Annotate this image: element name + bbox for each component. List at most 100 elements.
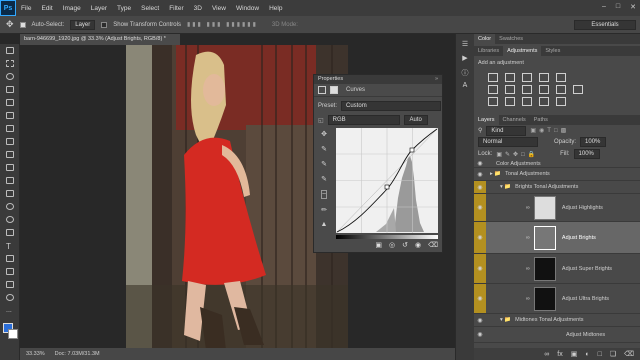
eye-icon[interactable]: ◉ (474, 160, 486, 167)
view-previous-icon[interactable]: ◎ (389, 241, 395, 249)
brush-icon[interactable] (0, 135, 20, 148)
blend-mode-select[interactable]: Normal (478, 137, 538, 147)
menu-edit[interactable]: Edit (36, 5, 57, 12)
history-brush-icon[interactable] (0, 161, 20, 174)
fx-icon[interactable]: fx (557, 351, 562, 358)
channel-mixer-icon[interactable] (556, 85, 566, 94)
new-layer-icon[interactable]: ❏ (610, 350, 616, 358)
pencil-icon[interactable]: ✏ (321, 206, 327, 214)
dock-history-icon[interactable]: ☰ (456, 40, 474, 54)
layer-row-group[interactable]: ◉ ▾ 📁 Brights Tonal Adjustments (474, 181, 640, 194)
marquee-icon[interactable] (0, 57, 20, 70)
color-swatches[interactable] (0, 321, 19, 347)
eye-icon[interactable]: ◉ (474, 314, 486, 326)
reset-icon[interactable]: ↺ (402, 241, 408, 249)
stamp-icon[interactable] (0, 148, 20, 161)
auto-button[interactable]: Auto (403, 115, 428, 125)
eye-icon[interactable]: ◉ (474, 181, 486, 193)
hand-icon[interactable] (0, 278, 20, 291)
menu-3d[interactable]: 3D (189, 5, 207, 12)
eye-icon[interactable]: ◉ (474, 222, 486, 253)
menu-filter[interactable]: Filter (164, 5, 188, 12)
curves-icon[interactable] (522, 73, 532, 82)
tab-layers[interactable]: Layers (474, 115, 499, 125)
heal-icon[interactable] (0, 122, 20, 135)
menu-image[interactable]: Image (58, 5, 86, 12)
black-point-icon[interactable]: ✎ (321, 145, 327, 153)
tab-paths[interactable]: Paths (530, 115, 552, 125)
eye-icon[interactable]: ◉ (474, 168, 486, 180)
fill-field[interactable]: 100% (573, 149, 600, 159)
menu-layer[interactable]: Layer (86, 5, 112, 12)
dock-info-icon[interactable]: ⓘ (456, 68, 474, 82)
curve-draw-icon[interactable]: ~ (320, 190, 328, 199)
tab-libraries[interactable]: Libraries (474, 46, 503, 56)
collapse-icon[interactable]: » (435, 76, 438, 82)
tab-swatches[interactable]: Swatches (495, 34, 527, 44)
menu-help[interactable]: Help (264, 5, 287, 12)
dock-actions-icon[interactable]: ▶ (456, 54, 474, 68)
layer-row-group[interactable]: ◉ ▸ 📁 Tonal Adjustments (474, 168, 640, 181)
layer-row[interactable]: ◉ Adjust Midtones (474, 327, 640, 343)
path-select-icon[interactable] (0, 252, 20, 265)
white-point-icon[interactable]: ✎ (321, 175, 327, 183)
magic-wand-icon[interactable] (0, 83, 20, 96)
menu-window[interactable]: Window (231, 5, 264, 12)
dock-char-icon[interactable]: A (456, 82, 474, 96)
preset-select[interactable]: Custom (341, 101, 442, 111)
gradient-icon[interactable] (0, 187, 20, 200)
layer-row[interactable]: ◉ ∞ Adjust Super Brights (474, 254, 640, 284)
layer-row-group[interactable]: ◉ ▾ 📁 Midtones Tonal Adjustments (474, 314, 640, 327)
crop-icon[interactable] (0, 96, 20, 109)
clip-icon[interactable]: ▣ (375, 241, 382, 249)
menu-select[interactable]: Select (136, 5, 164, 12)
opacity-field[interactable]: 100% (580, 137, 607, 147)
gray-point-icon[interactable]: ✎ (321, 160, 327, 168)
properties-title[interactable]: Properties » (314, 75, 442, 84)
link-layers-icon[interactable]: ∞ (544, 351, 549, 358)
brightness-icon[interactable] (488, 73, 498, 82)
visibility-icon[interactable]: ◉ (415, 241, 421, 249)
eye-icon[interactable]: ◉ (474, 254, 486, 283)
new-adjustment-icon[interactable]: ◐ (585, 351, 589, 358)
eye-icon[interactable]: ◉ (474, 284, 486, 313)
point-edit-icon[interactable]: ✥ (321, 130, 327, 138)
selective-color-icon[interactable] (556, 97, 566, 106)
exposure-icon[interactable] (539, 73, 549, 82)
blur-icon[interactable] (0, 200, 20, 213)
document-tab[interactable]: barn-946699_1920.jpg @ 33.3% (Adjust Bri… (20, 34, 180, 45)
tab-color[interactable]: Color (474, 34, 496, 44)
curves-graph[interactable] (336, 128, 438, 233)
levels-icon[interactable] (505, 73, 515, 82)
zoom-icon[interactable] (0, 291, 20, 304)
transform-checkbox[interactable] (101, 21, 108, 28)
more-tools-icon[interactable]: ... (0, 304, 20, 317)
layer-row[interactable]: ◉ ∞ Adjust Highlights (474, 194, 640, 222)
layer-row-selected[interactable]: ◉ ∞ Adjust Brights (474, 222, 640, 254)
channel-select[interactable]: RGB (327, 115, 400, 125)
eyedropper-icon[interactable] (0, 109, 20, 122)
tab-styles[interactable]: Styles (541, 46, 564, 56)
color-balance-icon[interactable] (505, 85, 515, 94)
kind-select[interactable]: Kind (486, 125, 527, 136)
histogram-icon[interactable]: ▲ (321, 221, 328, 228)
hue-icon[interactable] (488, 85, 498, 94)
menu-view[interactable]: View (207, 5, 231, 12)
type-icon[interactable]: T (0, 239, 20, 252)
bw-icon[interactable] (522, 85, 532, 94)
new-group-icon[interactable]: □ (598, 351, 602, 358)
dodge-icon[interactable] (0, 213, 20, 226)
photo-filter-icon[interactable] (539, 85, 549, 94)
zoom-level[interactable]: 33.33% (26, 351, 45, 357)
vibrance-icon[interactable] (556, 73, 566, 82)
layer-mask-icon[interactable] (330, 86, 338, 94)
threshold-icon[interactable] (522, 97, 532, 106)
layer-row[interactable]: ◉ ∞ Adjust Ultra Brights (474, 284, 640, 314)
tab-channels[interactable]: Channels (499, 115, 530, 125)
layer-row-group[interactable]: ◉ Color Adjustments (474, 160, 640, 168)
eye-icon[interactable]: ◉ (474, 194, 486, 221)
delete-icon[interactable]: ⌫ (428, 241, 438, 249)
maximize-icon[interactable]: □ (616, 3, 620, 11)
shape-icon[interactable] (0, 265, 20, 278)
workspace-select[interactable]: Essentials (574, 19, 636, 30)
